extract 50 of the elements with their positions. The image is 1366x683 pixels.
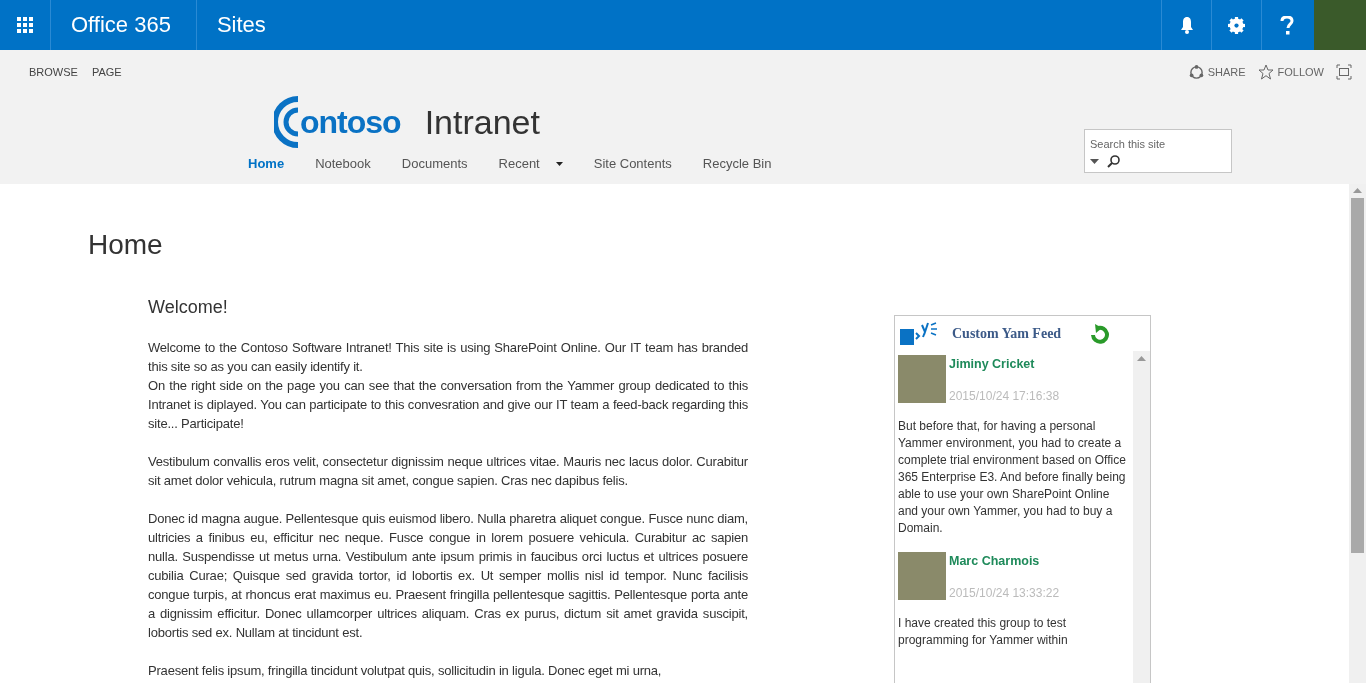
page-title: Home <box>88 229 164 261</box>
search-box[interactable]: Search this site <box>1084 129 1232 173</box>
paragraph: Vestibulum convallis eros velit, consectetur dignissim neque ultrices vitae. Mauris nec lacus dolor. Curabitur sit amet dolor vehicula, rutrum magna sit amet, congue sapien. Cras nec dapibus felis. <box>148 453 748 490</box>
follow-link[interactable]: FOLLOW <box>1257 64 1324 80</box>
sharepoint-yammer-logo-icon <box>900 320 940 347</box>
post-time: 2015/10/24 17:16:38 <box>949 389 1060 403</box>
ribbon-tab[interactable]: PAGE <box>91 66 122 78</box>
site-logo[interactable]: ontoso <box>274 95 401 149</box>
search-field[interactable]: Search this site <box>1090 138 1226 150</box>
nav-link[interactable]: Site Contents <box>593 156 672 171</box>
paragraph: Donec id magna augue. Pellentesque quis euismod libero. Nulla pharetra aliquet congue. Fusce nunc diam, ultricies a finibus eu, efficitur nec neque. Fusce congue in lorem posuere vehicula. Curabitur ac sapien nulla. Suspendisse ut metus urna. Vestibulum ante ipsum primis in faucibus orci luctus et ultrices posuere cubilia Curae; Quisque sed gravida tortor, id lobortis ex. Ut semper mollis nisl id tempor. Nunc facilisis congue turpis, at rhoncus erat maximus eu. Praesent fringilla pellentesque sagittis. Pellentesque porta ante a dignissim efficitur. Donec ullamcorper ultrices aliquam. Cras ex purus, dictum sit amet gravida suscipit, lobortis sed ex. Nullam at tincidunt est. <box>148 510 748 642</box>
action-label: FOLLOW <box>1277 66 1324 78</box>
post-text: But before that, for having a personal Yammer environment, you had to create a complete trial environment based on Office 365 Enterprise E3. And before finally being able to use your own SharePoint Online and your own Yammer, you had to buy a Domain. <box>898 418 1127 537</box>
nav-link[interactable]: Recent <box>498 156 563 171</box>
welcome-heading: Welcome! <box>148 297 229 318</box>
focus-icon[interactable] <box>1336 64 1352 80</box>
section-title[interactable]: Sites <box>196 0 1161 50</box>
star-icon <box>1257 64 1274 80</box>
waffle-icon <box>17 17 33 33</box>
share-link[interactable]: SHARE <box>1188 64 1246 80</box>
scrollbar[interactable] <box>1349 184 1366 683</box>
ribbon-tab[interactable]: BROWSE <box>29 66 78 78</box>
nav-link[interactable]: Home <box>248 156 285 171</box>
scroll-up-icon[interactable] <box>1137 356 1146 361</box>
post-author[interactable]: Jiminy Cricket <box>949 357 1060 371</box>
feed-title: Custom Yam Feed <box>952 325 1062 342</box>
share-icon <box>1188 64 1204 80</box>
nav-link[interactable]: Documents <box>401 156 468 171</box>
caret-icon[interactable] <box>1090 159 1099 164</box>
nav-link[interactable]: Notebook <box>315 156 371 171</box>
nav-link[interactable]: Recycle Bin <box>702 156 772 171</box>
post-text: I have created this group to test programming for Yammer within <box>898 615 1069 649</box>
logo-text: ontoso <box>300 103 401 141</box>
post-author[interactable]: Marc Charmois <box>949 554 1060 568</box>
paragraph: Welcome to the Contoso Software Intranet! This site is using SharePoint Online. Our IT team has branded this site so as you can easily identify it. On the right side on the page you can see that the conversation from the Yammer group dedicated to this Intranet is diplayed. You can participate to this convesration and give our IT team a feed-back regarding this site... Participate! <box>148 339 748 433</box>
post-time: 2015/10/24 13:33:22 <box>949 586 1060 600</box>
logo-arc-drawing <box>274 95 300 149</box>
author-photo-placeholder <box>898 355 946 403</box>
site-title: Intranet <box>424 102 540 142</box>
scrollbar[interactable] <box>1133 351 1150 683</box>
search-icon[interactable] <box>1107 155 1120 168</box>
settings-icon <box>1228 16 1245 34</box>
bell-icon <box>1178 16 1195 34</box>
action-label: SHARE <box>1207 66 1246 78</box>
paragraph: Praesent felis ipsum, fringilla tincidunt volutpat quis, sollicitudin in ligula. Donec eget mi urna, <box>148 662 663 680</box>
help-icon <box>1279 15 1294 35</box>
scroll-up-icon[interactable] <box>1353 188 1362 193</box>
refresh-icon[interactable] <box>1089 323 1112 344</box>
author-photo-placeholder <box>898 552 946 600</box>
scroll-thumb[interactable] <box>1351 198 1364 553</box>
